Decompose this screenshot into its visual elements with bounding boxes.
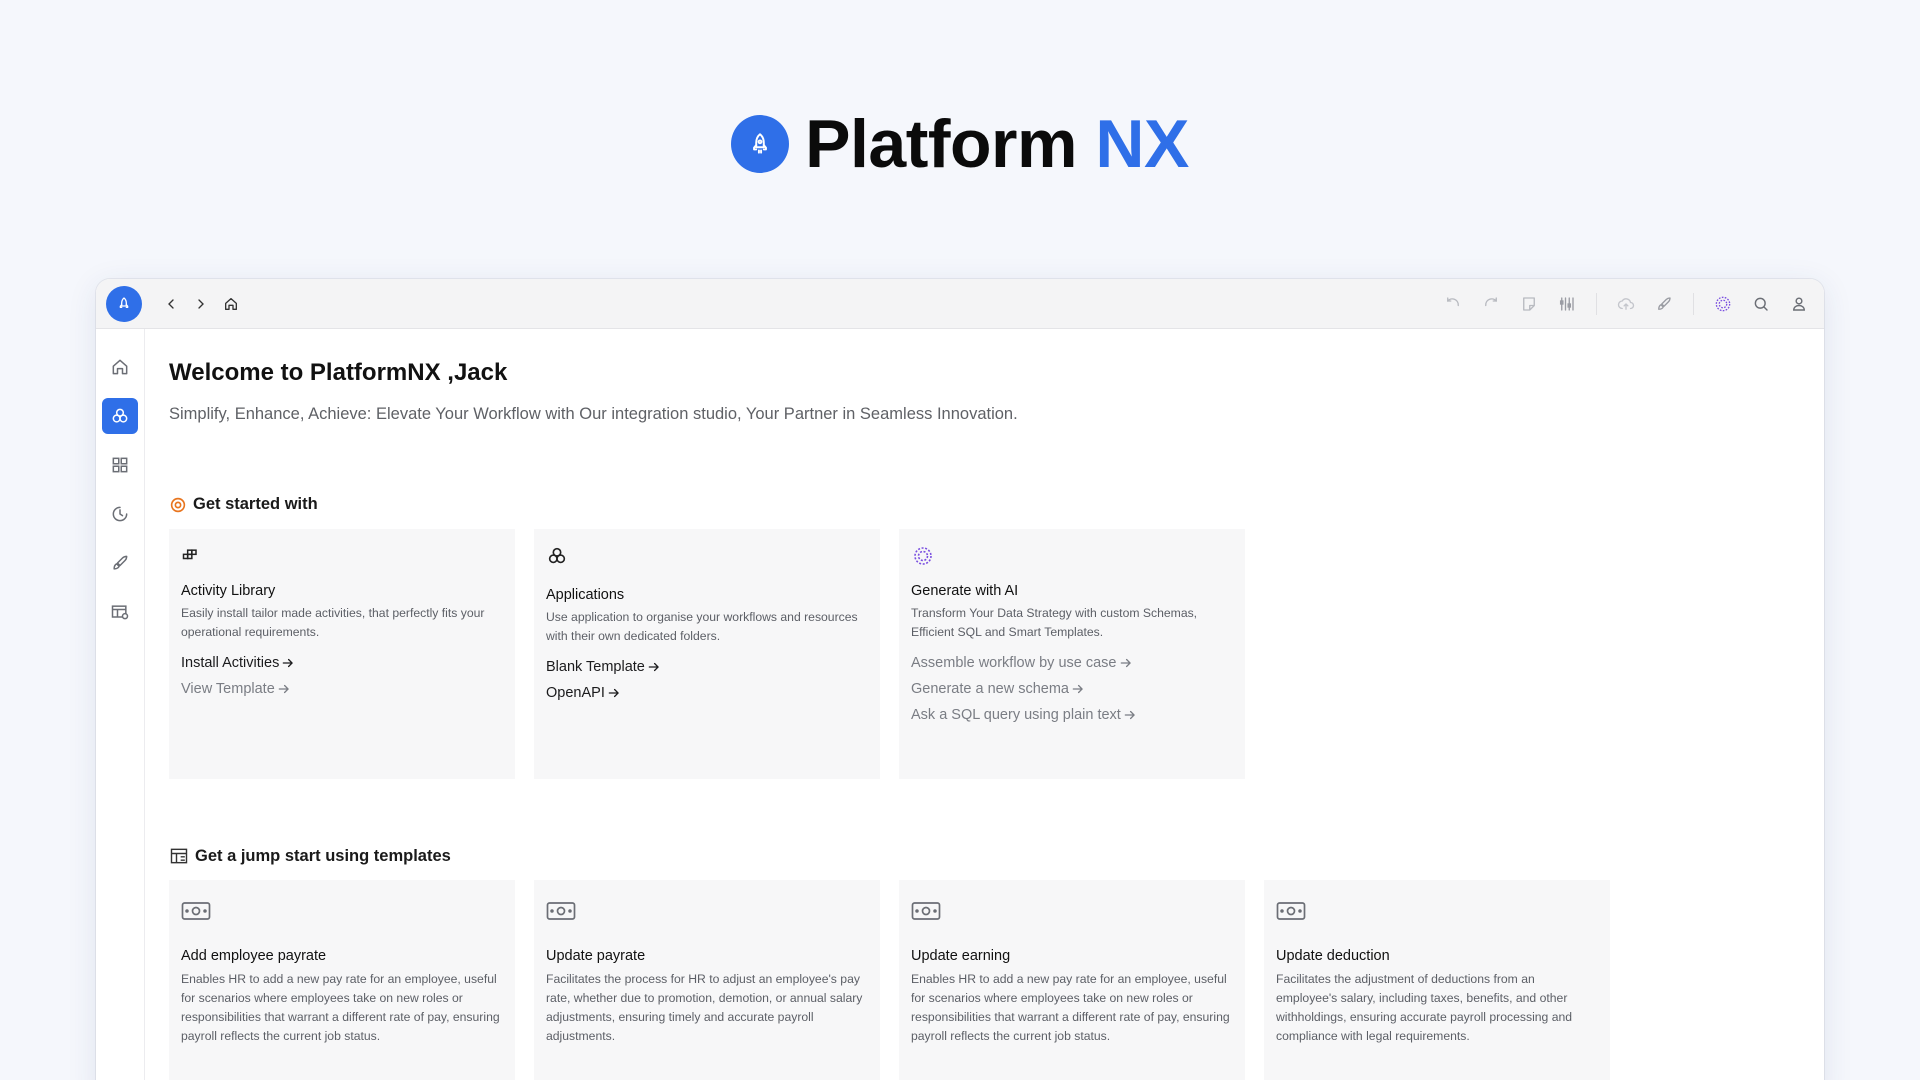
get-started-title: Get started with	[193, 495, 318, 513]
user-icon[interactable]	[1784, 289, 1814, 319]
sidebar-item-home[interactable]	[102, 349, 138, 385]
template-card-update-earning[interactable]: Update earning Enables HR to add a new p…	[899, 880, 1245, 1080]
applications-icon	[546, 543, 868, 569]
openapi-link[interactable]: OpenAPI	[546, 680, 868, 706]
target-icon	[170, 497, 186, 512]
money-icon	[181, 898, 503, 924]
card-description: Facilitates the process for HR to adjust…	[546, 972, 863, 1043]
hero-brand: Platform NX	[0, 105, 1920, 183]
templates-heading: Get a jump start using templates	[169, 846, 451, 866]
install-activities-link[interactable]: Install Activities	[181, 650, 503, 676]
search-icon[interactable]	[1746, 289, 1776, 319]
plug-icon	[113, 555, 128, 570]
rocket-logo-icon	[731, 115, 790, 173]
arrow-right-icon	[278, 684, 289, 694]
card-title: Applications	[546, 587, 625, 603]
view-template-link[interactable]: View Template	[181, 676, 503, 702]
template-card-add-employee-payrate[interactable]: Add employee payrate Enables HR to add a…	[169, 880, 515, 1080]
card-description: Easily install tailor made activities, t…	[181, 606, 485, 639]
page-title: Welcome to PlatformNX ,Jack	[169, 359, 508, 386]
home-icon	[112, 359, 128, 375]
arrow-right-icon	[1072, 684, 1083, 694]
template-card-update-deduction[interactable]: Update deduction Facilitates the adjustm…	[1264, 880, 1610, 1080]
grid-icon	[112, 457, 128, 473]
card-title: Add employee payrate	[181, 948, 327, 964]
sidebar-item-grid[interactable]	[102, 447, 138, 483]
card-description: Facilitates the adjustment of deductions…	[1276, 972, 1573, 1043]
generate-ai-card[interactable]: Generate with AI Transform Your Data Str…	[899, 529, 1245, 779]
ask-sql-link[interactable]: Ask a SQL query using plain text	[911, 702, 1233, 728]
ai-sparkle-icon	[911, 543, 1233, 569]
note-icon[interactable]	[1514, 289, 1544, 319]
card-description: Enables HR to add a new pay rate for an …	[181, 972, 500, 1043]
sidebar-item-plugins[interactable]	[102, 545, 138, 581]
arrow-right-icon	[1124, 710, 1135, 720]
cloud-upload-icon[interactable]	[1611, 289, 1641, 319]
layout-template-icon	[170, 848, 188, 864]
template-card-update-payrate[interactable]: Update payrate Facilitates the process f…	[534, 880, 880, 1080]
card-title: Update payrate	[546, 948, 646, 964]
assemble-workflow-link[interactable]: Assemble workflow by use case	[911, 650, 1233, 676]
home-icon[interactable]	[216, 289, 246, 319]
hero-title: Platform NX	[805, 105, 1189, 183]
chevron-left-icon[interactable]	[156, 289, 186, 319]
sliders-icon[interactable]	[1552, 289, 1582, 319]
get-started-heading: Get started with	[169, 495, 318, 514]
arrow-right-icon	[608, 688, 619, 698]
sidebar	[96, 329, 145, 1080]
card-title: Activity Library	[181, 583, 276, 599]
sidebar-item-history[interactable]	[102, 496, 138, 532]
card-description: Use application to organise your workflo…	[546, 610, 858, 643]
main-content: Welcome to PlatformNX ,Jack Simplify, En…	[169, 329, 1824, 1080]
blank-template-link[interactable]: Blank Template	[546, 654, 868, 680]
card-description: Enables HR to add a new pay rate for an …	[911, 972, 1230, 1043]
page-subtitle: Simplify, Enhance, Achieve: Elevate Your…	[169, 405, 1018, 423]
undo-icon[interactable]	[1438, 289, 1468, 319]
sidebar-item-tables[interactable]	[102, 594, 138, 630]
blocks-icon	[181, 543, 503, 569]
card-title: Update deduction	[1276, 948, 1390, 964]
arrow-right-icon	[648, 662, 659, 672]
templates-title: Get a jump start using templates	[195, 846, 451, 865]
card-title: Update earning	[911, 948, 1011, 964]
arrow-right-icon	[283, 658, 294, 668]
generate-schema-link[interactable]: Generate a new schema	[911, 676, 1233, 702]
rocket-icon[interactable]	[106, 285, 142, 322]
money-icon	[911, 898, 1233, 924]
brand-name: Platform	[805, 106, 1077, 182]
arrow-right-icon	[1120, 658, 1131, 668]
money-icon	[546, 898, 868, 924]
ai-sparkle-icon[interactable]	[1708, 289, 1738, 319]
applications-icon	[112, 408, 128, 423]
applications-card[interactable]: Applications Use application to organise…	[534, 529, 880, 779]
activity-library-card[interactable]: Activity Library Easily install tailor m…	[169, 529, 515, 779]
money-icon	[1276, 898, 1598, 924]
topbar	[96, 279, 1824, 329]
table-settings-icon	[111, 605, 129, 620]
app-window: Welcome to PlatformNX ,Jack Simplify, En…	[96, 279, 1824, 1080]
sidebar-item-applications[interactable]	[102, 398, 138, 434]
chevron-right-icon[interactable]	[186, 289, 216, 319]
brand-accent: NX	[1095, 106, 1189, 182]
history-icon	[112, 506, 128, 522]
deploy-rocket-icon[interactable]	[1649, 289, 1679, 319]
card-title: Generate with AI	[911, 583, 1019, 599]
card-description: Transform Your Data Strategy with custom…	[911, 606, 1198, 639]
redo-icon[interactable]	[1476, 289, 1506, 319]
